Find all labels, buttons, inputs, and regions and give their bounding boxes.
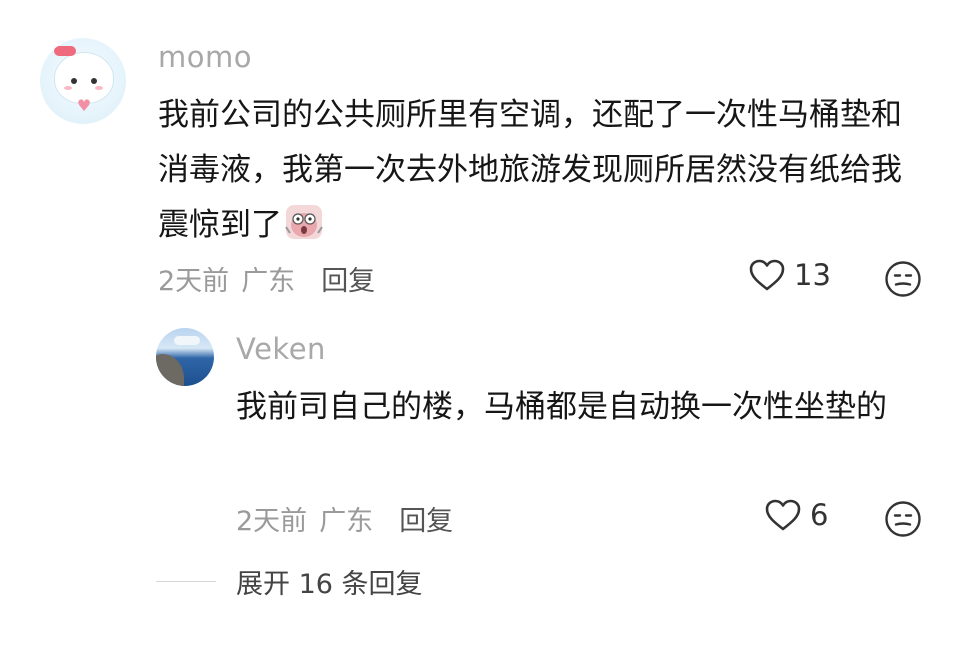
like-count: 6 [810, 498, 829, 532]
like-button[interactable]: 13 [748, 258, 831, 292]
shocked-sticker-icon [284, 203, 324, 241]
comment-text: 我前公司的公共厕所里有空调，还配了一次性马桶垫和消毒液，我第一次去外地旅游发现厕… [158, 97, 902, 243]
comment-location: 广东 [241, 266, 296, 297]
comment-body: 我前公司的公共厕所里有空调，还配了一次性马桶垫和消毒液，我第一次去外地旅游发现厕… [158, 88, 918, 253]
avatar[interactable]: ♥ [40, 38, 126, 124]
reply-location: 广东 [319, 506, 374, 537]
reply-item: Veken 我前司自己的楼，马桶都是自动换一次性坐垫的 2天前 广东 回复 6 [156, 328, 936, 548]
divider [156, 581, 216, 582]
reply-text: 我前司自己的楼，马桶都是自动换一次性坐垫的 [236, 389, 887, 425]
comment-time: 2天前 [158, 266, 230, 297]
like-button[interactable]: 6 [764, 498, 828, 532]
expand-replies-label: 展开 16 条回复 [236, 569, 423, 600]
dislike-button[interactable] [884, 260, 922, 298]
comment-item: ♥ momo 我前公司的公共厕所里有空调，还配了一次性马桶垫和消毒液，我第一次去… [40, 34, 940, 304]
reply-button[interactable]: 回复 [399, 506, 453, 537]
dislike-button[interactable] [884, 500, 922, 538]
meh-face-icon [885, 261, 921, 297]
username[interactable]: Veken [236, 332, 326, 366]
heart-outline-icon [764, 498, 802, 532]
meh-face-icon [885, 501, 921, 537]
like-count: 13 [794, 258, 831, 292]
username[interactable]: momo [158, 40, 252, 74]
comment-meta: 2天前 广东 回复 [158, 259, 375, 298]
avatar[interactable] [156, 328, 214, 386]
expand-replies-button[interactable]: 展开 16 条回复 [156, 562, 423, 601]
reply-time: 2天前 [236, 506, 308, 537]
heart-outline-icon [748, 258, 786, 292]
reply-meta: 2天前 广东 回复 [236, 499, 453, 538]
reply-button[interactable]: 回复 [321, 266, 375, 297]
